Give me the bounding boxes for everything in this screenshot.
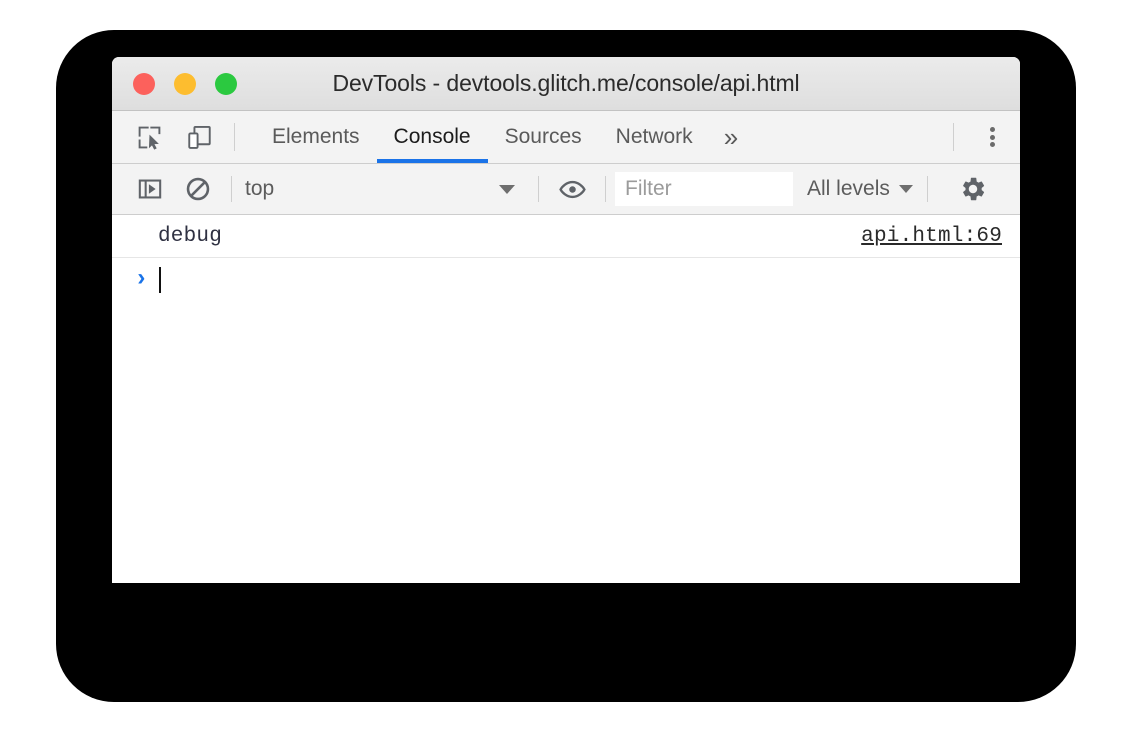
tabbar-right-group: [943, 111, 1020, 163]
console-message-source-link[interactable]: api.html:69: [861, 225, 1002, 248]
console-toolbar-divider-3: [605, 176, 606, 202]
panel-tabs: Elements Console Sources Network »: [255, 111, 752, 163]
console-toolbar-divider-4: [926, 176, 928, 202]
device-toolbar-icon[interactable]: [174, 111, 224, 163]
clear-console-icon[interactable]: [174, 164, 222, 214]
tab-console-label: Console: [393, 125, 471, 148]
filter-input[interactable]: [615, 172, 793, 206]
console-toolbar-divider-1: [231, 176, 232, 202]
console-toolbar-divider-2: [538, 176, 539, 202]
devtools-tabbar: Elements Console Sources Network »: [112, 111, 1020, 164]
tab-sources-label: Sources: [504, 125, 582, 148]
zoom-button[interactable]: [215, 72, 237, 95]
window-title: DevTools - devtools.glitch.me/console/ap…: [332, 70, 800, 96]
inspect-element-icon[interactable]: [124, 111, 174, 163]
kebab-dot: [989, 127, 995, 132]
console-message-row[interactable]: debug api.html:69: [112, 215, 1020, 258]
tab-network-label: Network: [615, 125, 693, 148]
chevron-double-right-icon: »: [723, 121, 739, 152]
show-console-sidebar-icon[interactable]: [126, 164, 174, 214]
close-button[interactable]: [133, 72, 155, 95]
kebab-dots: [989, 125, 995, 150]
prompt-text-cursor: [159, 267, 161, 293]
toolbar-divider: [234, 123, 235, 151]
execution-context-label: top: [245, 177, 275, 200]
console-message-text: debug: [158, 224, 223, 248]
minimize-button[interactable]: [174, 72, 196, 95]
tab-elements-label: Elements: [272, 125, 360, 148]
more-options-icon[interactable]: [964, 111, 1020, 163]
more-tabs-button[interactable]: »: [710, 111, 752, 163]
console-toolbar: top All levels: [112, 164, 1020, 215]
console-settings-icon[interactable]: [949, 164, 997, 214]
prompt-caret-icon: ›: [134, 266, 149, 293]
console-messages-area[interactable]: debug api.html:69 ›: [112, 215, 1020, 583]
kebab-dot: [989, 142, 995, 147]
log-level-selector[interactable]: All levels: [807, 177, 913, 201]
toolbar-divider-right: [953, 123, 954, 151]
tab-sources[interactable]: Sources: [488, 111, 599, 163]
tab-network[interactable]: Network: [599, 111, 710, 163]
window-titlebar: DevTools - devtools.glitch.me/console/ap…: [112, 57, 1020, 111]
tab-elements[interactable]: Elements: [255, 111, 377, 163]
create-live-expression-icon[interactable]: [548, 164, 596, 214]
chevron-down-icon: [499, 184, 515, 194]
tab-console[interactable]: Console: [376, 111, 488, 163]
log-level-label: All levels: [807, 177, 890, 200]
execution-context-selector[interactable]: top: [241, 164, 529, 214]
devtools-window: DevTools - devtools.glitch.me/console/ap…: [112, 57, 1020, 583]
console-prompt-row[interactable]: ›: [112, 258, 1020, 303]
kebab-dot: [989, 134, 995, 140]
traffic-light-group: [133, 72, 237, 95]
chevron-down-icon: [898, 185, 913, 193]
